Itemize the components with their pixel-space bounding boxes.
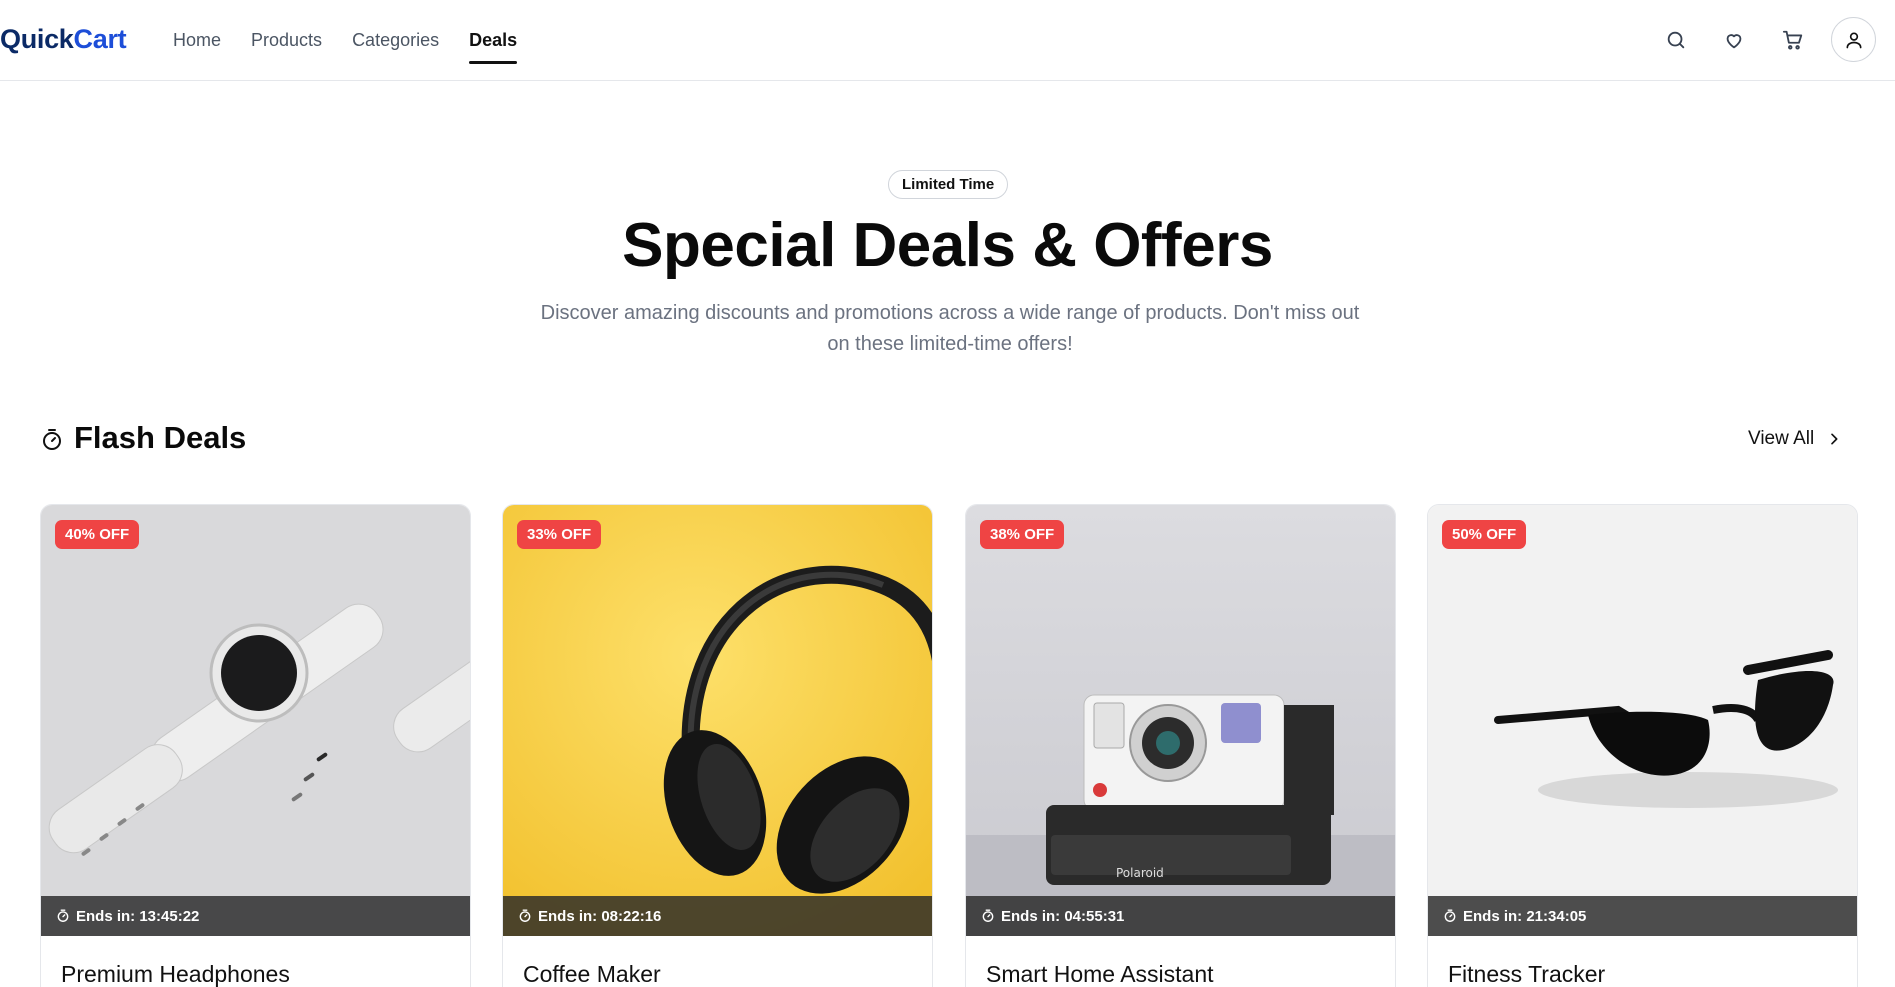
view-all-label: View All bbox=[1748, 428, 1815, 449]
nav-products[interactable]: Products bbox=[251, 30, 322, 51]
discount-badge: 40% OFF bbox=[55, 520, 140, 549]
stopwatch-icon bbox=[519, 909, 531, 922]
discount-badge: 38% OFF bbox=[980, 520, 1065, 549]
main-nav: Home Products Categories Deals bbox=[173, 30, 547, 64]
product-image-sunglasses[interactable]: 50% OFF Ends in: 21:34:05 bbox=[1428, 505, 1857, 936]
timer-text: Ends in: 08:22:16 bbox=[538, 907, 662, 925]
nav-categories[interactable]: Categories bbox=[352, 30, 439, 51]
product-card[interactable]: 40% OFF Ends in: 13:45:22 Premium Headph… bbox=[40, 504, 471, 987]
search-icon[interactable] bbox=[1662, 26, 1690, 54]
logo-text-quick: Quick bbox=[0, 24, 74, 54]
logo-text-cart: Cart bbox=[73, 24, 127, 54]
user-avatar[interactable] bbox=[1831, 17, 1876, 62]
product-name[interactable]: Fitness Tracker bbox=[1448, 961, 1605, 987]
header: QuickCart Home Products Categories Deals bbox=[0, 0, 1895, 81]
discount-badge: 50% OFF bbox=[1442, 520, 1527, 549]
cart-icon[interactable] bbox=[1779, 26, 1807, 54]
stopwatch-icon bbox=[57, 909, 69, 922]
nav-deals[interactable]: Deals bbox=[469, 30, 518, 64]
stopwatch-icon bbox=[1444, 909, 1456, 922]
product-image-camera[interactable]: Polaroid 38% OFF Ends in: 04:55:31 bbox=[966, 505, 1395, 936]
product-card[interactable]: Polaroid 38% OFF Ends in: 04:55:31 Smart… bbox=[965, 504, 1396, 987]
deal-timer: Ends in: 13:45:22 bbox=[41, 896, 470, 936]
nav-home[interactable]: Home bbox=[173, 30, 221, 51]
product-card[interactable]: 50% OFF Ends in: 21:34:05 Fitness Tracke… bbox=[1427, 504, 1858, 987]
logo[interactable]: QuickCart bbox=[0, 24, 127, 55]
deal-timer: Ends in: 08:22:16 bbox=[503, 896, 932, 936]
product-image-watch[interactable]: 40% OFF Ends in: 13:45:22 bbox=[41, 505, 470, 936]
page-subtitle: Discover amazing discounts and promotion… bbox=[540, 302, 1360, 355]
deal-timer: Ends in: 04:55:31 bbox=[966, 896, 1395, 936]
page-title: Special Deals & Offers bbox=[622, 211, 1273, 280]
discount-badge: 33% OFF bbox=[517, 520, 602, 549]
view-all-link[interactable]: View All bbox=[1748, 428, 1842, 450]
svg-text:Polaroid: Polaroid bbox=[1116, 866, 1164, 880]
limited-time-pill: Limited Time bbox=[888, 170, 1009, 199]
product-card[interactable]: 33% OFF Ends in: 08:22:16 Coffee Maker bbox=[502, 504, 933, 987]
product-name[interactable]: Coffee Maker bbox=[523, 961, 661, 987]
timer-text: Ends in: 13:45:22 bbox=[76, 907, 200, 925]
timer-text: Ends in: 04:55:31 bbox=[1001, 907, 1125, 925]
section-title: Flash Deals bbox=[74, 420, 247, 455]
product-name[interactable]: Premium Headphones bbox=[61, 961, 290, 987]
chevron-right-icon bbox=[1831, 433, 1838, 445]
timer-text: Ends in: 21:34:05 bbox=[1463, 907, 1587, 925]
stopwatch-icon bbox=[982, 909, 994, 922]
product-image-headphones[interactable]: 33% OFF Ends in: 08:22:16 bbox=[503, 505, 932, 936]
stopwatch-icon bbox=[43, 429, 61, 450]
user-icon bbox=[1846, 31, 1861, 48]
deal-timer: Ends in: 21:34:05 bbox=[1428, 896, 1857, 936]
flash-deals-header: Flash Deals bbox=[40, 420, 246, 456]
heart-icon[interactable] bbox=[1720, 26, 1748, 54]
product-name[interactable]: Smart Home Assistant bbox=[986, 961, 1214, 987]
